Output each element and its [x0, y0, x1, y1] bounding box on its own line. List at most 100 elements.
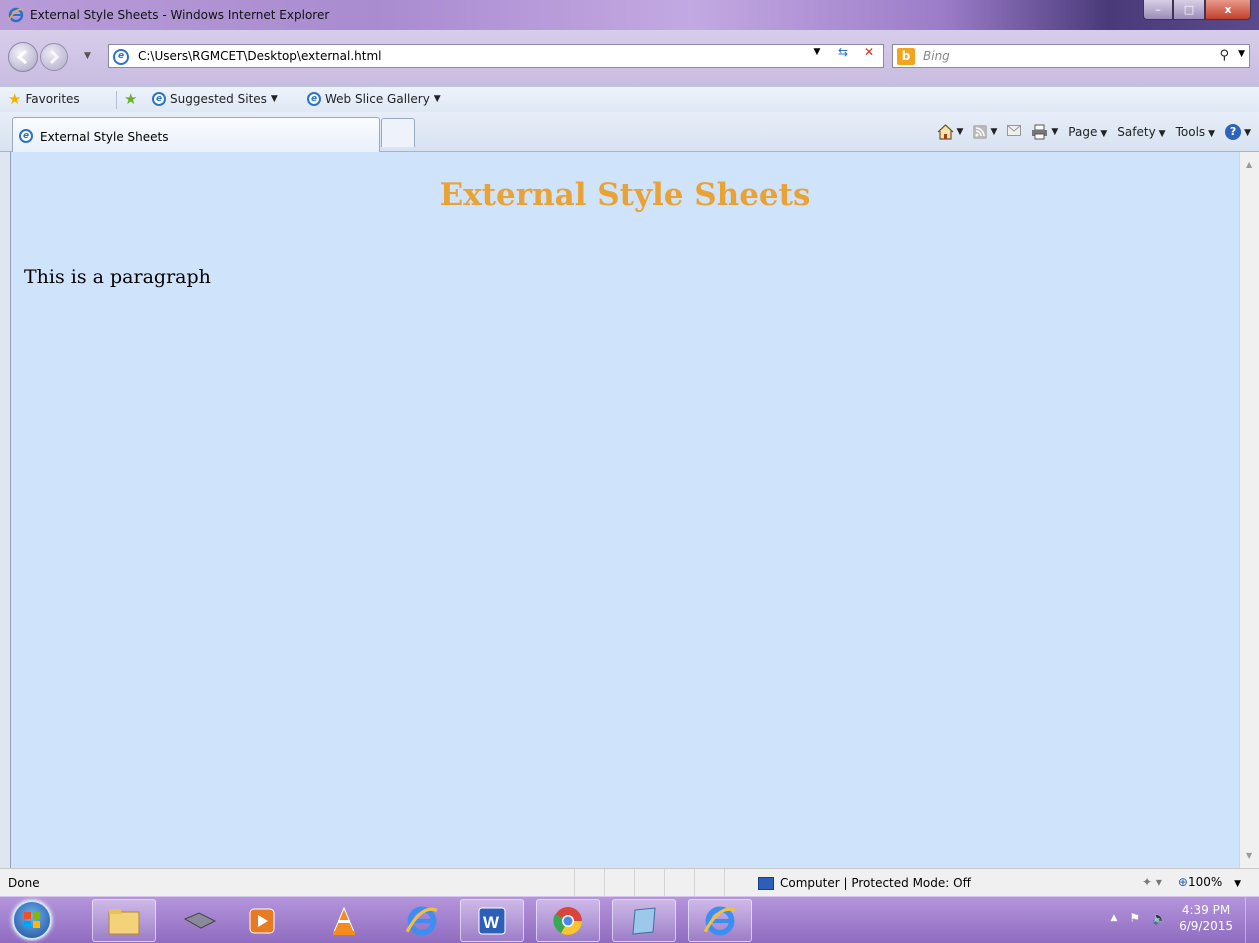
chevron-down-icon: ▼	[1244, 128, 1251, 138]
chrome-icon	[553, 906, 582, 935]
feeds-button[interactable]: ▼	[973, 125, 997, 139]
address-bar[interactable]: e C:\Users\RGMCET\Desktop\external.html	[108, 44, 884, 68]
back-arrow-icon	[16, 49, 27, 65]
action-center-flag-icon[interactable]: ⚑	[1129, 911, 1140, 925]
tab-bar: e External Style Sheets ▼ ▼ ▼ Page ▼ Safe…	[0, 112, 1259, 152]
taskbar-explorer[interactable]	[92, 899, 156, 942]
recent-pages-dropdown-icon[interactable]: ▼	[84, 51, 91, 61]
internet-explorer-icon: e	[152, 92, 166, 106]
forward-button[interactable]	[40, 43, 68, 71]
search-options-icon[interactable]: ▼	[1238, 49, 1245, 59]
minimize-button[interactable]: –	[1143, 0, 1173, 20]
forward-arrow-icon	[49, 49, 60, 65]
taskbar-vlc[interactable]	[312, 899, 376, 942]
rss-feed-icon	[973, 125, 988, 139]
scroll-down-icon[interactable]: ▼	[1246, 851, 1252, 860]
scroll-up-icon[interactable]: ▲	[1246, 160, 1252, 169]
refresh-icon[interactable]: ⇆	[832, 45, 854, 59]
safety-menu[interactable]: Safety ▼	[1117, 125, 1165, 139]
help-menu[interactable]: ? ▼	[1225, 124, 1251, 140]
vertical-scrollbar[interactable]: ▲ ▼	[1239, 152, 1259, 868]
chevron-down-icon: ▼	[433, 94, 441, 104]
page-heading: External Style Sheets	[439, 177, 811, 213]
zoom-level: 100%	[1187, 875, 1223, 889]
chevron-down-icon: ▼	[956, 127, 964, 137]
page-menu[interactable]: Page ▼	[1068, 125, 1107, 139]
address-dropdown-icon[interactable]: ▼	[806, 47, 828, 57]
security-zone-label: Computer | Protected Mode: Off	[780, 876, 971, 890]
internet-explorer-icon	[405, 906, 438, 935]
internet-explorer-icon	[8, 7, 24, 23]
internet-explorer-icon	[703, 906, 736, 935]
back-button[interactable]	[8, 42, 38, 72]
favorites-label: Favorites	[25, 92, 80, 106]
internet-explorer-icon: e	[19, 129, 33, 143]
system-tray: ▲ ⚑ 🔈 4:39 PM 6/9/2015	[1110, 902, 1233, 934]
media-player-icon	[249, 908, 275, 933]
folder-icon	[108, 908, 140, 934]
home-icon	[937, 124, 953, 140]
clock-time: 4:39 PM	[1181, 903, 1231, 917]
page-menu-label: Page	[1068, 125, 1098, 139]
page-paragraph: This is a paragraph	[24, 266, 211, 288]
address-url[interactable]: C:\Users\RGMCET\Desktop\external.html	[138, 49, 382, 63]
show-desktop-button[interactable]	[1245, 897, 1259, 943]
svg-text:W: W	[483, 913, 500, 932]
chevron-down-icon: ▼	[270, 94, 278, 104]
home-button[interactable]: ▼	[937, 124, 964, 140]
security-zone[interactable]: Computer | Protected Mode: Off	[758, 876, 971, 890]
bing-logo-icon: b	[897, 48, 915, 65]
search-icon[interactable]: ⚲	[1219, 48, 1229, 63]
show-hidden-icons[interactable]: ▲	[1110, 913, 1117, 923]
tab-label: External Style Sheets	[40, 130, 169, 144]
stop-icon[interactable]: ✕	[858, 45, 880, 59]
windows-logo-icon	[24, 912, 40, 928]
taskbar-notebook[interactable]	[612, 899, 676, 942]
mail-icon	[1007, 125, 1022, 136]
divider	[116, 91, 117, 109]
new-tab-button[interactable]	[381, 118, 415, 147]
status-cells	[574, 869, 754, 897]
start-button[interactable]	[12, 900, 52, 940]
favorites-bar: ★ Favorites ★ e Suggested Sites ▼ e Web …	[0, 86, 1259, 112]
mail-button[interactable]	[1007, 125, 1022, 139]
taskbar-internet-explorer[interactable]	[390, 899, 454, 942]
command-bar: ▼ ▼ ▼ Page ▼ Safety ▼ Tools ▼ ? ▼	[937, 124, 1251, 140]
vlc-icon	[333, 906, 355, 935]
favorite-link-web-slice-gallery[interactable]: e Web Slice Gallery ▼	[307, 92, 441, 106]
tools-menu[interactable]: Tools ▼	[1176, 125, 1215, 139]
address-row: ▼ e C:\Users\RGMCET\Desktop\external.htm…	[0, 30, 1259, 86]
magnifier-icon: ⊕	[1177, 875, 1188, 889]
chevron-down-icon: ▼	[990, 127, 998, 137]
close-button[interactable]: x	[1205, 0, 1251, 20]
favorites-button[interactable]: ★ Favorites	[8, 90, 80, 108]
drive-icon	[183, 911, 217, 929]
zoom-button[interactable]: ⊕100% ▼	[1178, 875, 1241, 889]
help-icon: ?	[1225, 124, 1242, 140]
search-box[interactable]: b Bing ⚲ ▼	[892, 44, 1250, 68]
search-input[interactable]: Bing	[923, 49, 950, 63]
add-favorite-button[interactable]: ★	[124, 92, 137, 107]
status-text: Done	[8, 876, 40, 890]
window-title: External Style Sheets - Windows Internet…	[30, 8, 330, 22]
taskbar-media-player[interactable]	[230, 899, 294, 942]
taskbar: W ▲ ⚑ 🔈 4:39 PM 6/9/2015	[0, 896, 1259, 943]
chevron-down-icon: ▼	[1208, 129, 1216, 139]
print-button[interactable]: ▼	[1031, 124, 1058, 140]
tab-external-style-sheets[interactable]: e External Style Sheets	[12, 117, 380, 152]
computer-icon	[758, 876, 774, 890]
tools-menu-label: Tools	[1175, 125, 1206, 139]
maximize-button[interactable]: □	[1173, 0, 1205, 20]
volume-icon[interactable]: 🔈	[1152, 911, 1167, 925]
clock[interactable]: 4:39 PM 6/9/2015	[1179, 902, 1233, 934]
taskbar-drive[interactable]	[168, 899, 232, 942]
star-icon: ★	[8, 90, 22, 108]
page-icon: e	[113, 49, 129, 65]
taskbar-internet-explorer-active[interactable]	[688, 899, 752, 942]
taskbar-chrome[interactable]	[536, 899, 600, 942]
taskbar-word[interactable]: W	[460, 899, 524, 942]
protected-mode-button[interactable]: ✦ ▾	[1142, 875, 1162, 889]
favorite-link-suggested-sites[interactable]: e Suggested Sites ▼	[152, 92, 278, 106]
chevron-down-icon: ▼	[1100, 129, 1108, 139]
favorite-link-label: Suggested Sites	[170, 92, 267, 106]
